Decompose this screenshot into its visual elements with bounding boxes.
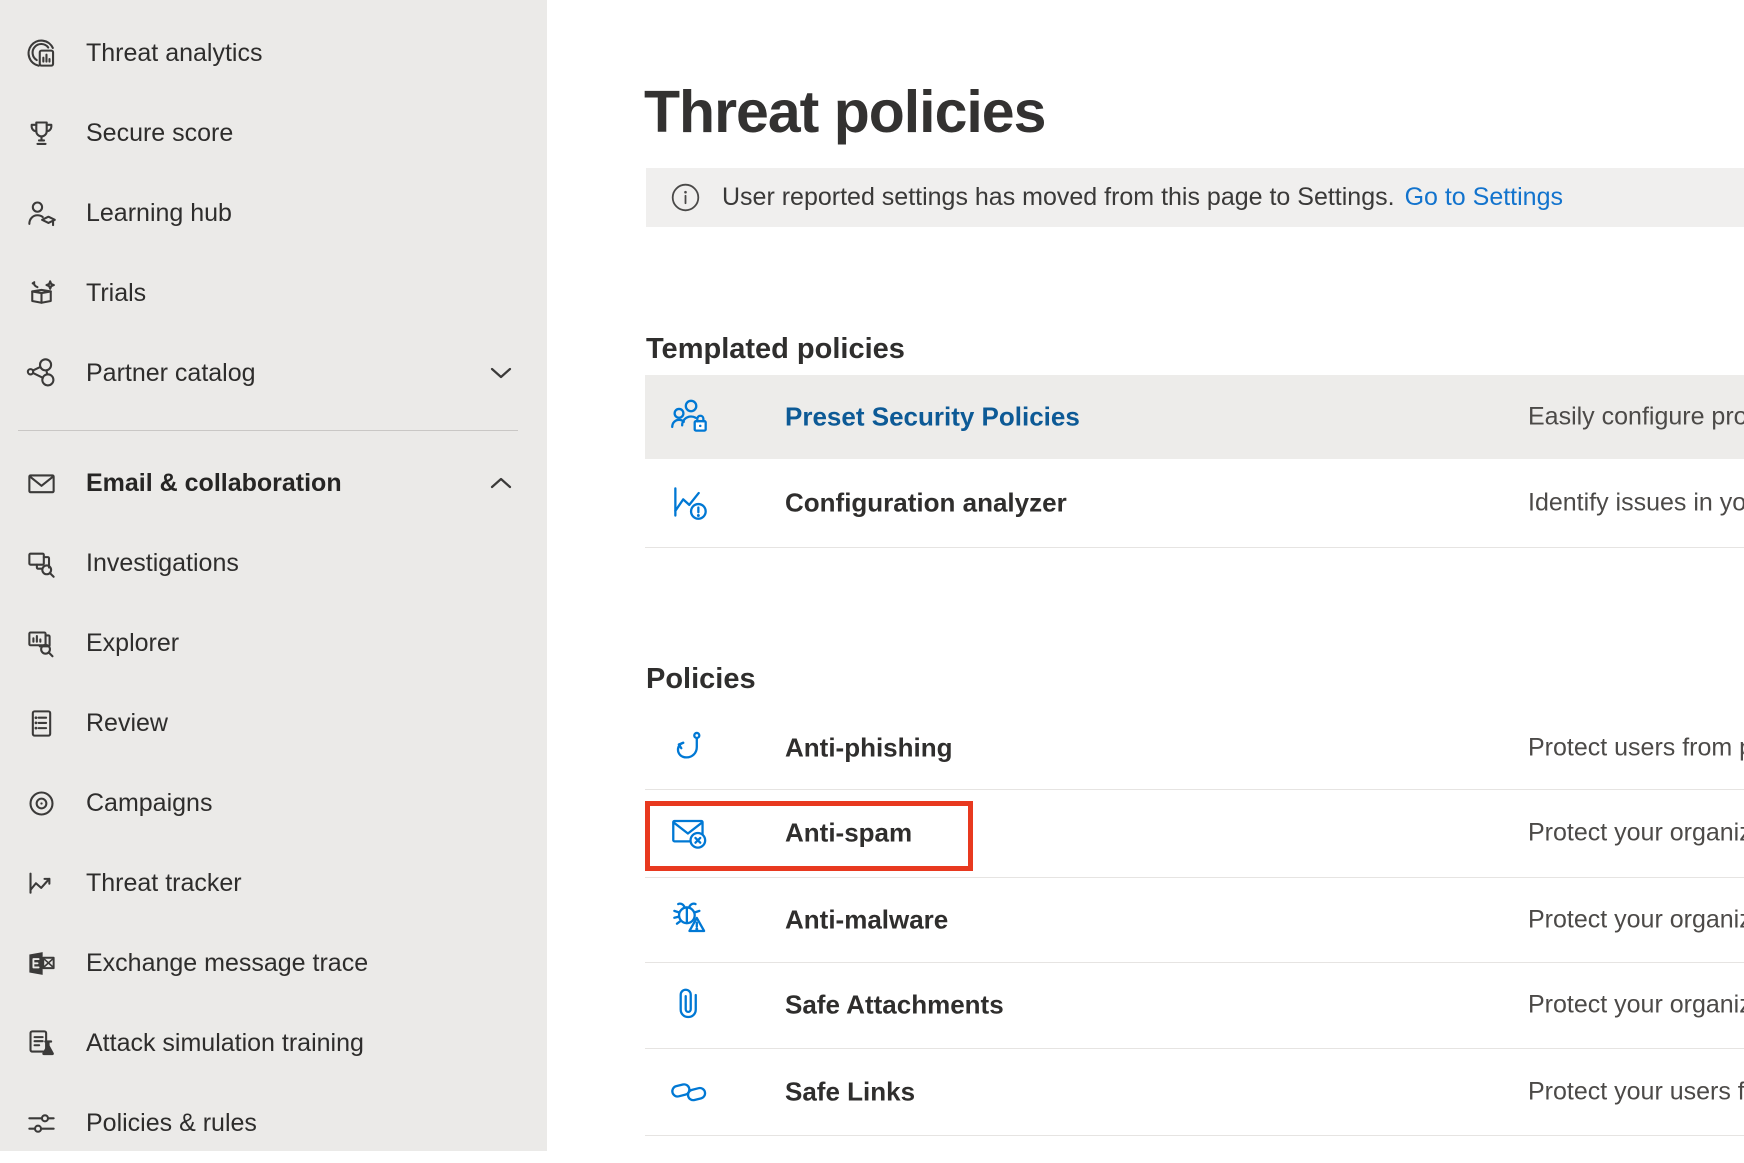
sidebar-divider [18, 430, 518, 431]
policy-row-label: Anti-malware [785, 904, 948, 935]
policy-row-description: Protect your users fr [1528, 1077, 1744, 1106]
sidebar-item-label: Investigations [86, 549, 239, 578]
policy-row-label: Configuration analyzer [785, 488, 1067, 519]
policy-row-description: Protect your organiz [1528, 905, 1744, 934]
info-banner: User reported settings has moved from th… [646, 168, 1744, 227]
anti-spam-icon [667, 810, 713, 856]
threat-analytics-icon [21, 33, 61, 73]
sidebar-item-label: Partner catalog [86, 359, 256, 388]
sidebar-item-secure-score[interactable]: Secure score [0, 93, 547, 173]
info-icon [671, 183, 700, 212]
templated-policies-heading: Templated policies [646, 333, 905, 366]
sidebar-item-attack-simulation-training[interactable]: Attack simulation training [0, 1003, 547, 1083]
policy-row-description: Identify issues in you [1528, 489, 1744, 518]
chevron-up-icon[interactable] [489, 476, 513, 490]
sidebar-item-label: Learning hub [86, 199, 232, 228]
email-collaboration-icon [21, 463, 61, 503]
policies-rules-icon [21, 1103, 61, 1143]
sidebar-item-email-collaboration[interactable]: Email & collaboration [0, 443, 547, 523]
campaigns-icon [21, 783, 61, 823]
page-title: Threat policies [644, 78, 1045, 146]
sidebar-item-label: Threat tracker [86, 869, 242, 898]
sidebar-nav: Threat analytics Secure score Learning h… [0, 0, 547, 1151]
sidebar-item-label: Policies & rules [86, 1109, 257, 1138]
sidebar-item-policies-rules[interactable]: Policies & rules [0, 1083, 547, 1163]
sidebar-item-review[interactable]: Review [0, 683, 547, 763]
sidebar-item-label: Explorer [86, 629, 179, 658]
go-to-settings-link[interactable]: Go to Settings [1405, 183, 1563, 212]
row-configuration-analyzer[interactable]: Configuration analyzer Identify issues i… [645, 459, 1744, 548]
anti-malware-icon [667, 897, 713, 943]
chevron-down-icon[interactable] [489, 366, 513, 380]
investigations-icon [21, 543, 61, 583]
trials-icon [21, 273, 61, 313]
policies-heading: Policies [646, 663, 756, 696]
sidebar-item-label: Secure score [86, 119, 233, 148]
sidebar-item-label: Trials [86, 279, 146, 308]
explorer-icon [21, 623, 61, 663]
sidebar-item-campaigns[interactable]: Campaigns [0, 763, 547, 843]
sidebar-item-learning-hub[interactable]: Learning hub [0, 173, 547, 253]
sidebar-item-partner-catalog[interactable]: Partner catalog [0, 333, 547, 413]
review-icon [21, 703, 61, 743]
banner-text: User reported settings has moved from th… [722, 183, 1395, 212]
policy-row-description: Protect users from p [1528, 733, 1744, 762]
sidebar-item-exchange-message-trace[interactable]: Exchange message trace [0, 923, 547, 1003]
policy-row-label: Safe Links [785, 1076, 915, 1107]
threat-tracker-icon [21, 863, 61, 903]
policy-row-label: Anti-spam [785, 818, 912, 849]
sidebar-item-threat-analytics[interactable]: Threat analytics [0, 13, 547, 93]
learning-hub-icon [21, 193, 61, 233]
anti-phishing-icon [667, 725, 713, 771]
safe-links-icon [667, 1069, 713, 1115]
partner-catalog-icon [21, 353, 61, 393]
policy-row-label: Anti-phishing [785, 732, 953, 763]
sidebar-item-label: Review [86, 709, 168, 738]
secure-score-icon [21, 113, 61, 153]
configuration-analyzer-icon [667, 480, 713, 526]
sidebar-item-threat-tracker[interactable]: Threat tracker [0, 843, 547, 923]
main-content: Threat policies User reported settings h… [547, 0, 1744, 1151]
policy-row-label: Preset Security Policies [785, 402, 1080, 433]
sidebar-item-investigations[interactable]: Investigations [0, 523, 547, 603]
row-anti-malware[interactable]: Anti-malware Protect your organiz [645, 877, 1744, 963]
preset-security-policies-icon [667, 394, 713, 440]
threat-policies-page: Threat analytics Secure score Learning h… [0, 0, 1744, 1151]
sidebar-item-label: Threat analytics [86, 39, 262, 68]
sidebar-item-label: Attack simulation training [86, 1029, 364, 1058]
row-anti-spam[interactable]: Anti-spam Protect your organiz [645, 789, 1744, 878]
sidebar-item-explorer[interactable]: Explorer [0, 603, 547, 683]
policy-row-description: Easily configure prot [1528, 403, 1744, 432]
row-safe-attachments[interactable]: Safe Attachments Protect your organiz [645, 962, 1744, 1049]
exchange-icon [21, 943, 61, 983]
sidebar-item-trials[interactable]: Trials [0, 253, 547, 333]
safe-attachments-icon [667, 982, 713, 1028]
row-preset-security-policies[interactable]: Preset Security Policies Easily configur… [645, 375, 1744, 459]
policy-row-description: Protect your organiz [1528, 991, 1744, 1020]
policy-row-label: Safe Attachments [785, 990, 1004, 1021]
policy-row-description: Protect your organiz [1528, 819, 1744, 848]
row-safe-links[interactable]: Safe Links Protect your users fr [645, 1048, 1744, 1136]
sidebar-item-label: Exchange message trace [86, 949, 368, 978]
sidebar-item-label: Email & collaboration [86, 469, 342, 498]
sidebar-item-label: Campaigns [86, 789, 212, 818]
attack-simulation-icon [21, 1023, 61, 1063]
row-anti-phishing[interactable]: Anti-phishing Protect users from p [645, 706, 1744, 790]
